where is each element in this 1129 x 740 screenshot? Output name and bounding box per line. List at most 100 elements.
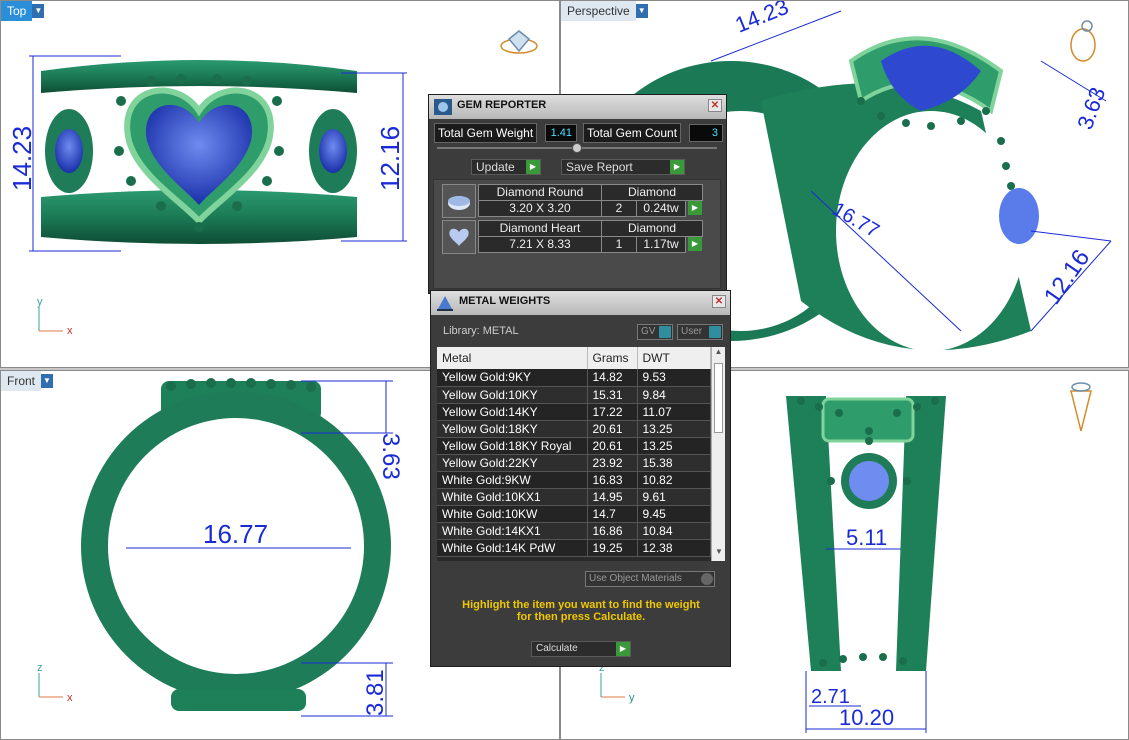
chevron-down-icon[interactable]: ▼ xyxy=(635,4,648,18)
gem-list: Diamond Round Diamond 3.20 X 3.20 2 0.24… xyxy=(433,179,721,289)
scroll-down-icon[interactable]: ▼ xyxy=(712,547,725,561)
gem-weight: 0.24tw xyxy=(636,200,686,217)
table-row[interactable]: Yellow Gold:22KY 23.92 15.38 xyxy=(437,454,711,472)
play-icon: ▶ xyxy=(670,160,684,174)
use-object-materials-toggle[interactable]: Use Object Materials xyxy=(585,571,715,587)
gv-toggle[interactable]: GV xyxy=(637,324,673,340)
gem-weight: 1.17tw xyxy=(636,236,686,253)
dim-persp-1: 14.23 xyxy=(732,1,792,38)
table-row[interactable]: Yellow Gold:18KY Royal 20.61 13.25 xyxy=(437,437,711,455)
play-icon: ▶ xyxy=(616,642,630,656)
save-report-button[interactable]: Save Report ▶ xyxy=(561,159,685,175)
table-row[interactable]: White Gold:10KX1 14.95 9.61 xyxy=(437,488,711,506)
scroll-up-icon[interactable]: ▲ xyxy=(712,347,725,361)
table-row[interactable]: White Gold:10KW 14.7 9.45 xyxy=(437,505,711,523)
col-grams[interactable]: Grams xyxy=(587,347,638,369)
close-icon[interactable]: ✕ xyxy=(712,295,726,308)
viewport-perspective-label: Perspective xyxy=(561,1,636,21)
close-icon[interactable]: ✕ xyxy=(708,99,722,112)
gem-reporter-titlebar[interactable]: GEM REPORTER ✕ xyxy=(429,95,726,119)
gem-name: Diamond Round xyxy=(478,184,602,201)
viewport-top-tab[interactable]: Top ▼ xyxy=(1,1,45,21)
gv-label: GV xyxy=(641,326,656,337)
gem-reporter-panel: GEM REPORTER ✕ Total Gem Weight 1.41 Tot… xyxy=(428,94,727,294)
chevron-down-icon[interactable]: ▼ xyxy=(41,374,54,388)
metal-grams: 14.95 xyxy=(587,488,638,506)
library-label: Library: METAL xyxy=(443,325,519,337)
metal-name: White Gold:9KW xyxy=(437,471,588,489)
axis-x-label: x xyxy=(67,692,73,704)
hint-line-1: Highlight the item you want to find the … xyxy=(462,599,700,611)
scroll-thumb[interactable] xyxy=(714,363,723,433)
gem-row[interactable]: Diamond Round Diamond 3.20 X 3.20 2 0.24… xyxy=(442,184,703,218)
table-row[interactable]: White Gold:9KW 16.83 10.82 xyxy=(437,471,711,489)
slider-handle[interactable] xyxy=(572,143,582,153)
table-row[interactable]: Yellow Gold:14KY 17.22 11.07 xyxy=(437,403,711,421)
metal-grams: 15.31 xyxy=(587,386,638,404)
metal-dwt: 12.38 xyxy=(637,539,711,557)
metal-weights-panel: METAL WEIGHTS ✕ Library: METAL GV User M… xyxy=(430,290,731,667)
gem-material: Diamond xyxy=(601,220,703,237)
metal-dwt: 13.25 xyxy=(637,420,711,438)
gem-size: 7.21 X 8.33 xyxy=(478,236,602,253)
col-metal[interactable]: Metal xyxy=(437,347,588,369)
dim-top-inner: 12.16 xyxy=(375,126,405,191)
metal-dwt: 9.61 xyxy=(637,488,711,506)
metal-grams: 14.82 xyxy=(587,369,638,387)
table-row[interactable]: Yellow Gold:9KY 14.82 9.53 xyxy=(437,369,711,387)
metal-grams: 17.22 xyxy=(587,403,638,421)
dim-right-3: 10.20 xyxy=(839,705,894,730)
gem-row[interactable]: Diamond Heart Diamond 7.21 X 8.33 1 1.17… xyxy=(442,220,703,254)
metal-weights-titlebar[interactable]: METAL WEIGHTS ✕ xyxy=(431,291,730,315)
play-icon[interactable]: ▶ xyxy=(688,237,702,251)
metal-name: Yellow Gold:14KY xyxy=(437,403,588,421)
gem-material: Diamond xyxy=(601,184,703,201)
dim-front-top: 3.63 xyxy=(377,433,404,480)
table-row[interactable]: Yellow Gold:18KY 20.61 13.25 xyxy=(437,420,711,438)
metal-dwt: 9.45 xyxy=(637,505,711,523)
total-gem-count-value: 3 xyxy=(689,124,723,142)
play-icon[interactable]: ▶ xyxy=(688,201,702,215)
table-row[interactable]: Yellow Gold:10KY 15.31 9.84 xyxy=(437,386,711,404)
metal-name: White Gold:14KX1 xyxy=(437,522,588,540)
metal-name: Yellow Gold:10KY xyxy=(437,386,588,404)
update-button[interactable]: Update ▶ xyxy=(471,159,541,175)
viewport-top-label: Top xyxy=(1,1,33,21)
viewport-perspective-tab[interactable]: Perspective ▼ xyxy=(561,1,648,21)
dim-front-bottom: 3.81 xyxy=(362,669,389,716)
gem-reporter-title: GEM REPORTER xyxy=(457,99,547,111)
update-label: Update xyxy=(476,160,515,174)
user-toggle[interactable]: User xyxy=(677,324,723,340)
calculate-button[interactable]: Calculate ▶ xyxy=(531,641,631,657)
table-row[interactable]: White Gold:14K PdW 19.25 12.38 xyxy=(437,539,711,557)
total-gem-count-label: Total Gem Count xyxy=(583,123,682,143)
metal-grams: 14.7 xyxy=(587,505,638,523)
hint-line-2: for then press Calculate. xyxy=(516,611,646,623)
metal-dwt: 13.25 xyxy=(637,437,711,455)
gem-size: 3.20 X 3.20 xyxy=(478,200,602,217)
metal-name: Yellow Gold:18KY Royal xyxy=(437,437,588,455)
metal-grams: 19.25 xyxy=(587,539,638,557)
axis-y-label: y xyxy=(37,296,43,308)
metal-dwt: 11.07 xyxy=(637,403,711,421)
viewport-front-tab[interactable]: Front ▼ xyxy=(1,371,54,391)
metal-dwt: 10.82 xyxy=(637,471,711,489)
dim-front-diameter: 16.77 xyxy=(203,519,268,549)
metal-name: Yellow Gold:22KY xyxy=(437,454,588,472)
metal-scale-icon xyxy=(437,296,453,311)
metal-table-wrap: Metal Grams DWT Yellow Gold:9KY 14.82 9.53… xyxy=(437,347,725,561)
axis-x-label: x xyxy=(67,325,73,337)
metal-name: Yellow Gold:18KY xyxy=(437,420,588,438)
dim-persp-4: 12.16 xyxy=(1039,245,1096,310)
chevron-down-icon[interactable]: ▼ xyxy=(32,4,45,18)
metal-dwt: 10.84 xyxy=(637,522,711,540)
calculate-label: Calculate xyxy=(536,643,578,654)
table-row[interactable]: White Gold:14KX1 16.86 10.84 xyxy=(437,522,711,540)
metal-grams: 20.61 xyxy=(587,420,638,438)
save-report-label: Save Report xyxy=(566,160,633,174)
gem-count: 1 xyxy=(601,236,637,253)
metal-grams: 23.92 xyxy=(587,454,638,472)
dim-top-height: 14.23 xyxy=(7,126,37,191)
col-dwt[interactable]: DWT xyxy=(637,347,711,369)
table-scrollbar[interactable]: ▲ ▼ xyxy=(711,347,725,561)
